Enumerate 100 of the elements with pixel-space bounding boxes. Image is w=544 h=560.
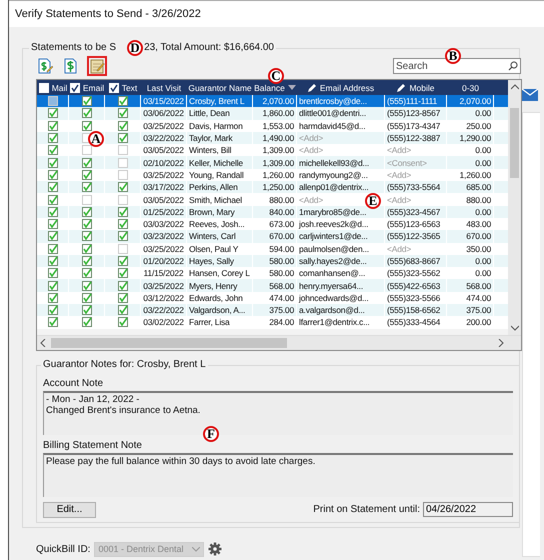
table-cell: michellekell93@d... xyxy=(299,158,370,168)
table-cell: 200.00 xyxy=(466,317,491,328)
checkbox[interactable] xyxy=(82,268,92,278)
table-cell: <Add> xyxy=(387,145,412,156)
table-cell: 284.00 xyxy=(269,317,294,328)
checkbox[interactable] xyxy=(82,317,92,328)
checkbox[interactable] xyxy=(82,256,92,266)
checkbox[interactable] xyxy=(82,244,92,254)
checkbox[interactable] xyxy=(118,96,128,106)
table-cell: 840.00 xyxy=(269,206,294,217)
envelope-icon[interactable] xyxy=(522,89,538,101)
vertical-scrollbar[interactable] xyxy=(508,80,521,335)
scroll-left-icon[interactable] xyxy=(40,338,46,347)
column-header[interactable]: Mail xyxy=(52,82,68,92)
checkbox[interactable] xyxy=(48,317,58,328)
checkbox[interactable] xyxy=(118,120,128,131)
checkbox[interactable] xyxy=(82,182,92,192)
table-cell: <Consent> xyxy=(387,158,427,168)
checkbox[interactable] xyxy=(48,280,58,291)
horizontal-scrollbar[interactable] xyxy=(37,334,521,350)
checkbox[interactable] xyxy=(118,317,128,328)
checkbox[interactable] xyxy=(118,305,128,316)
checkbox[interactable] xyxy=(118,206,128,217)
checkbox[interactable] xyxy=(82,219,92,230)
table-row[interactable]: 03/22/2022 Valgardson, A... 375.00 a.valgardson@d... (555)158-6562 375.00 xyxy=(37,304,508,316)
checkbox[interactable] xyxy=(48,170,58,180)
scroll-right-icon[interactable] xyxy=(498,338,504,347)
checkbox[interactable] xyxy=(48,219,58,230)
checkbox[interactable] xyxy=(82,158,92,168)
checkbox[interactable] xyxy=(82,206,92,217)
checkbox[interactable] xyxy=(48,108,58,118)
table-row[interactable]: 02/10/2022 Keller, Michelle 1,309.00 michellekell93@d... <Consent> 0.00 xyxy=(37,156,508,169)
checkbox[interactable] xyxy=(118,268,128,278)
checkbox[interactable] xyxy=(82,170,92,180)
table-row[interactable]: 01/25/2022 Brown, Mary 840.00 1marybro85@de... (555)323-4567 0.00 xyxy=(37,206,508,218)
toolbar-button[interactable] xyxy=(87,56,107,76)
checkbox[interactable] xyxy=(48,305,58,316)
settings-icon[interactable] xyxy=(208,542,222,556)
table-cell: carljwinters1@de... xyxy=(299,231,368,242)
checkbox[interactable] xyxy=(118,182,128,192)
column-header[interactable]: Balance xyxy=(254,82,285,92)
date-field[interactable]: 04/26/2022 xyxy=(423,502,513,518)
column-header[interactable]: 0-30 xyxy=(462,82,479,92)
checkbox[interactable] xyxy=(48,120,58,131)
table-row[interactable]: 03/06/2022 Little, Dean 1,860.00 dlittle001@dentri... (555)123-8567 0.00 xyxy=(37,107,508,120)
checkbox[interactable] xyxy=(48,158,58,168)
checkbox[interactable] xyxy=(118,108,128,118)
checkbox[interactable] xyxy=(118,231,128,242)
checkbox[interactable] xyxy=(82,108,92,118)
dollar-document-icon xyxy=(64,58,78,74)
table-row[interactable]: 01/20/2022 Hayes, Sally 580.00 sally.hayes2@de... (555)683-8667 0.00 xyxy=(37,254,508,268)
scroll-thumb[interactable] xyxy=(51,338,287,348)
checkbox[interactable] xyxy=(82,231,92,242)
table-cell: 1,260.00 xyxy=(460,170,491,180)
checkbox[interactable] xyxy=(48,256,58,266)
column-header[interactable]: Guarantor Name xyxy=(188,82,252,92)
column-header[interactable]: Last Visit xyxy=(146,82,182,92)
checkbox[interactable] xyxy=(118,133,128,144)
checkbox[interactable] xyxy=(48,268,58,278)
scroll-up-icon[interactable] xyxy=(511,84,519,90)
table-cell: 580.00 xyxy=(269,256,294,266)
checkbox[interactable] xyxy=(118,280,128,291)
table-cell: 1,860.00 xyxy=(262,108,294,118)
checkbox[interactable] xyxy=(48,133,58,144)
table-row[interactable]: 03/25/2022 Myers, Henry 568.00 henry.myersa64... (555)422-6563 568.00 xyxy=(37,279,508,292)
checkbox[interactable] xyxy=(82,280,92,291)
checkbox[interactable] xyxy=(108,82,119,92)
checkbox[interactable] xyxy=(48,145,58,156)
column-header[interactable]: Text xyxy=(122,82,138,92)
table-cell: (555)422-6563 xyxy=(387,280,440,291)
checkbox[interactable] xyxy=(70,82,80,92)
table-cell: 03/17/2022 xyxy=(143,182,184,192)
column-header[interactable]: Email Address xyxy=(320,82,374,92)
checkbox[interactable] xyxy=(82,120,92,131)
scroll-thumb[interactable] xyxy=(510,108,519,178)
checkbox[interactable] xyxy=(48,231,58,242)
column-header[interactable]: Email xyxy=(82,82,104,92)
table-cell: 03/23/2022 xyxy=(143,231,184,242)
table-cell: johncedwards@d... xyxy=(299,292,368,303)
field-label: Billing Statement Note xyxy=(43,440,143,451)
edit-button[interactable]: Edit... xyxy=(43,502,96,518)
checkbox[interactable] xyxy=(48,182,58,192)
checkbox[interactable] xyxy=(82,305,92,316)
checkbox[interactable] xyxy=(118,292,128,303)
checkbox[interactable] xyxy=(48,244,58,254)
checkbox[interactable] xyxy=(118,219,128,230)
table-row[interactable]: 03/17/2022 Perkins, Allen 1,250.00 allenp01@dentrix... (555)733-5564 685.00 xyxy=(37,181,508,194)
notes-heading: Guarantor Notes for: Crosby, Brent L xyxy=(41,358,208,370)
checkbox[interactable] xyxy=(82,96,92,106)
table-cell: 250.00 xyxy=(466,120,491,131)
checkbox[interactable] xyxy=(118,256,128,266)
checkbox[interactable] xyxy=(48,292,58,303)
checkbox[interactable] xyxy=(48,194,58,205)
table-row[interactable]: 03/23/2022 Winters, Carl 670.00 carljwinters1@de... (555)122-3565 670.00 xyxy=(37,230,508,243)
checkbox[interactable] xyxy=(48,206,58,217)
column-header[interactable]: Mobile xyxy=(409,82,435,92)
scroll-down-icon[interactable] xyxy=(511,324,519,331)
table-row[interactable]: 03/15/2022 Crosby, Brent L 2,070.00 brentlcrosby@de... (555)111-1111 2,070.00 xyxy=(37,95,508,108)
checkbox[interactable] xyxy=(82,292,92,303)
billing-note-field[interactable]: Please pay the full balance within 30 days to avoid late charges. xyxy=(43,452,513,497)
